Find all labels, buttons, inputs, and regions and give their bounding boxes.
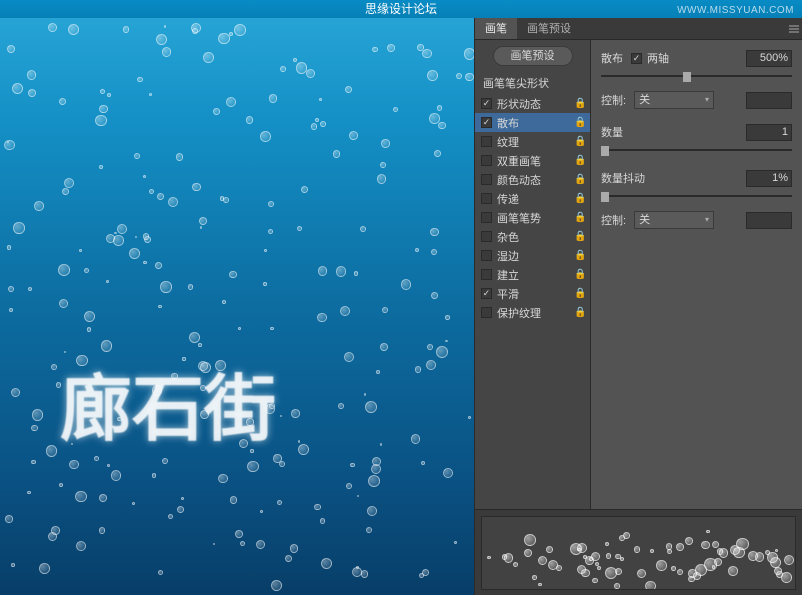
both-axes-checkbox[interactable] xyxy=(631,53,642,64)
option-label: 双重画笔 xyxy=(497,153,574,169)
option-label: 湿边 xyxy=(497,248,574,264)
lock-icon[interactable]: 🔒 xyxy=(574,98,584,109)
both-axes-label: 两轴 xyxy=(647,50,669,66)
lock-icon[interactable]: 🔒 xyxy=(574,136,584,147)
brush-panel: 画笔 画笔预设 画笔预设 画笔笔尖形状 形状动态🔒散布🔒纹理🔒双重画笔🔒颜色动态… xyxy=(474,18,802,595)
checkbox-brush_pose[interactable] xyxy=(481,212,492,223)
scatter-control-value: 关 xyxy=(639,92,650,108)
top-banner: 思缘设计论坛 WWW.MISSYUAN.COM xyxy=(0,0,802,18)
site-name: 思缘设计论坛 xyxy=(365,2,437,16)
option-shape_dynamics[interactable]: 形状动态🔒 xyxy=(475,94,590,113)
lock-icon[interactable]: 🔒 xyxy=(574,307,584,318)
checkbox-smoothing[interactable] xyxy=(481,288,492,299)
option-label: 保护纹理 xyxy=(497,305,574,321)
checkbox-scatter[interactable] xyxy=(481,117,492,128)
brush-preset-button[interactable]: 画笔预设 xyxy=(493,46,573,66)
lock-icon[interactable]: 🔒 xyxy=(574,269,584,280)
option-label: 传递 xyxy=(497,191,574,207)
scatter-control-field[interactable] xyxy=(746,92,792,109)
tab-brush[interactable]: 画笔 xyxy=(475,18,517,39)
checkbox-protect_texture[interactable] xyxy=(481,307,492,318)
lock-icon[interactable]: 🔒 xyxy=(574,174,584,185)
chevron-down-icon: ▾ xyxy=(705,92,709,108)
scatter-label: 散布 xyxy=(601,50,623,66)
lock-icon[interactable]: 🔒 xyxy=(574,288,584,299)
count-jitter-control-label: 控制: xyxy=(601,212,626,228)
checkbox-dual_brush[interactable] xyxy=(481,155,492,166)
option-wet_edges[interactable]: 湿边🔒 xyxy=(475,246,590,265)
option-label: 平滑 xyxy=(497,286,574,302)
option-transfer[interactable]: 传递🔒 xyxy=(475,189,590,208)
option-build_up[interactable]: 建立🔒 xyxy=(475,265,590,284)
panel-tabs: 画笔 画笔预设 xyxy=(475,18,802,40)
option-smoothing[interactable]: 平滑🔒 xyxy=(475,284,590,303)
checkbox-color_dynamics[interactable] xyxy=(481,174,492,185)
scatter-control-label: 控制: xyxy=(601,92,626,108)
checkbox-build_up[interactable] xyxy=(481,269,492,280)
count-slider[interactable] xyxy=(601,144,792,156)
scatter-value-field[interactable]: 500% xyxy=(746,50,792,67)
brush-preview-canvas xyxy=(481,516,796,590)
checkbox-texture[interactable] xyxy=(481,136,492,147)
option-dual_brush[interactable]: 双重画笔🔒 xyxy=(475,151,590,170)
option-label: 建立 xyxy=(497,267,574,283)
option-label: 纹理 xyxy=(497,134,574,150)
checkbox-wet_edges[interactable] xyxy=(481,250,492,261)
count-jitter-control-field[interactable] xyxy=(746,212,792,229)
checkbox-transfer[interactable] xyxy=(481,193,492,204)
option-color_dynamics[interactable]: 颜色动态🔒 xyxy=(475,170,590,189)
scatter-slider[interactable] xyxy=(601,70,792,82)
lock-icon[interactable]: 🔒 xyxy=(574,155,584,166)
scatter-control-dropdown[interactable]: 关 ▾ xyxy=(634,91,714,109)
lock-icon[interactable]: 🔒 xyxy=(574,250,584,261)
option-label: 形状动态 xyxy=(497,96,574,112)
option-noise[interactable]: 杂色🔒 xyxy=(475,227,590,246)
option-label: 散布 xyxy=(497,115,574,131)
lock-icon[interactable]: 🔒 xyxy=(574,117,584,128)
lock-icon[interactable]: 🔒 xyxy=(574,231,584,242)
checkbox-shape_dynamics[interactable] xyxy=(481,98,492,109)
tab-brush-preset[interactable]: 画笔预设 xyxy=(517,18,581,39)
option-protect_texture[interactable]: 保护纹理🔒 xyxy=(475,303,590,322)
panel-menu-icon[interactable] xyxy=(786,18,802,39)
count-jitter-control-dropdown[interactable]: 关 ▾ xyxy=(634,211,714,229)
tip-shape-label[interactable]: 画笔笔尖形状 xyxy=(475,72,590,94)
chevron-down-icon: ▾ xyxy=(705,212,709,228)
count-value-field[interactable]: 1 xyxy=(746,124,792,141)
count-jitter-value-field[interactable]: 1% xyxy=(746,170,792,187)
option-texture[interactable]: 纹理🔒 xyxy=(475,132,590,151)
count-jitter-control-value: 关 xyxy=(639,212,650,228)
count-jitter-label: 数量抖动 xyxy=(601,170,645,186)
option-label: 杂色 xyxy=(497,229,574,245)
lock-icon[interactable]: 🔒 xyxy=(574,212,584,223)
lock-icon[interactable]: 🔒 xyxy=(574,193,584,204)
count-jitter-slider[interactable] xyxy=(601,190,792,202)
brush-preview xyxy=(475,509,802,595)
option-scatter[interactable]: 散布🔒 xyxy=(475,113,590,132)
option-brush_pose[interactable]: 画笔笔势🔒 xyxy=(475,208,590,227)
option-label: 颜色动态 xyxy=(497,172,574,188)
checkbox-noise[interactable] xyxy=(481,231,492,242)
canvas-area: 廊石街 xyxy=(0,0,474,595)
count-label: 数量 xyxy=(601,124,623,140)
option-label: 画笔笔势 xyxy=(497,210,574,226)
